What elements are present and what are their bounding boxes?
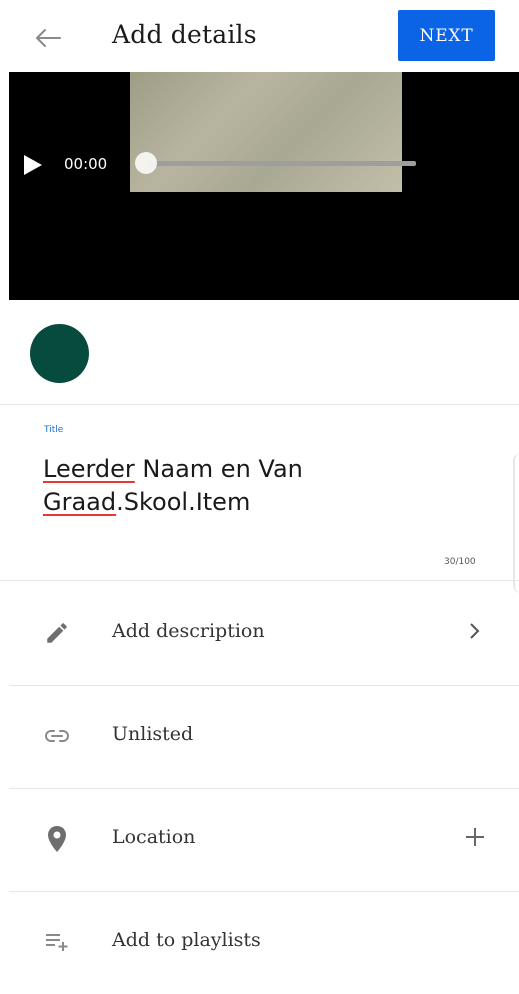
add-description-row[interactable]: Add description bbox=[9, 582, 519, 686]
misspelled-word: Leerder bbox=[43, 455, 135, 483]
misspelled-word: Graad bbox=[43, 488, 117, 516]
back-button[interactable] bbox=[30, 22, 66, 54]
thumbnail-avatar[interactable] bbox=[30, 324, 89, 383]
visibility-label: Unlisted bbox=[112, 723, 194, 745]
title-text-line1: Naam en Van bbox=[134, 455, 303, 483]
app-header: Add details NEXT bbox=[0, 0, 519, 72]
playback-time: 00:00 bbox=[64, 155, 108, 173]
plus-icon[interactable] bbox=[461, 822, 489, 852]
location-label: Location bbox=[112, 826, 196, 848]
chevron-right-icon bbox=[461, 616, 489, 646]
add-to-playlists-label: Add to playlists bbox=[112, 929, 261, 951]
page-title: Add details bbox=[112, 20, 257, 49]
pencil-icon bbox=[43, 619, 71, 647]
progress-bar[interactable] bbox=[148, 161, 416, 166]
scroll-edge bbox=[513, 453, 519, 593]
playlist-add-icon bbox=[43, 928, 71, 956]
video-preview[interactable]: 00:00 bbox=[9, 72, 519, 300]
title-field-label: Title bbox=[44, 425, 64, 435]
thumbnail-row bbox=[0, 300, 519, 405]
add-to-playlists-row[interactable]: Add to playlists bbox=[9, 891, 519, 994]
title-text-line2: .Skool.Item bbox=[116, 488, 251, 516]
character-count: 30/100 bbox=[444, 557, 476, 567]
play-icon bbox=[24, 155, 42, 175]
visibility-row[interactable]: Unlisted bbox=[9, 685, 519, 789]
progress-handle[interactable] bbox=[135, 152, 157, 174]
location-row[interactable]: Location bbox=[9, 788, 519, 892]
add-description-label: Add description bbox=[112, 620, 265, 642]
location-pin-icon bbox=[43, 825, 71, 853]
title-section: Title Leerder Naam en Van Graad.Skool.It… bbox=[0, 405, 519, 581]
play-button[interactable] bbox=[18, 152, 48, 178]
link-icon bbox=[43, 722, 71, 750]
next-button[interactable]: NEXT bbox=[398, 10, 495, 61]
video-frame bbox=[130, 72, 402, 192]
arrow-left-icon bbox=[36, 29, 61, 47]
title-input[interactable]: Leerder Naam en Van Graad.Skool.Item bbox=[43, 453, 463, 519]
